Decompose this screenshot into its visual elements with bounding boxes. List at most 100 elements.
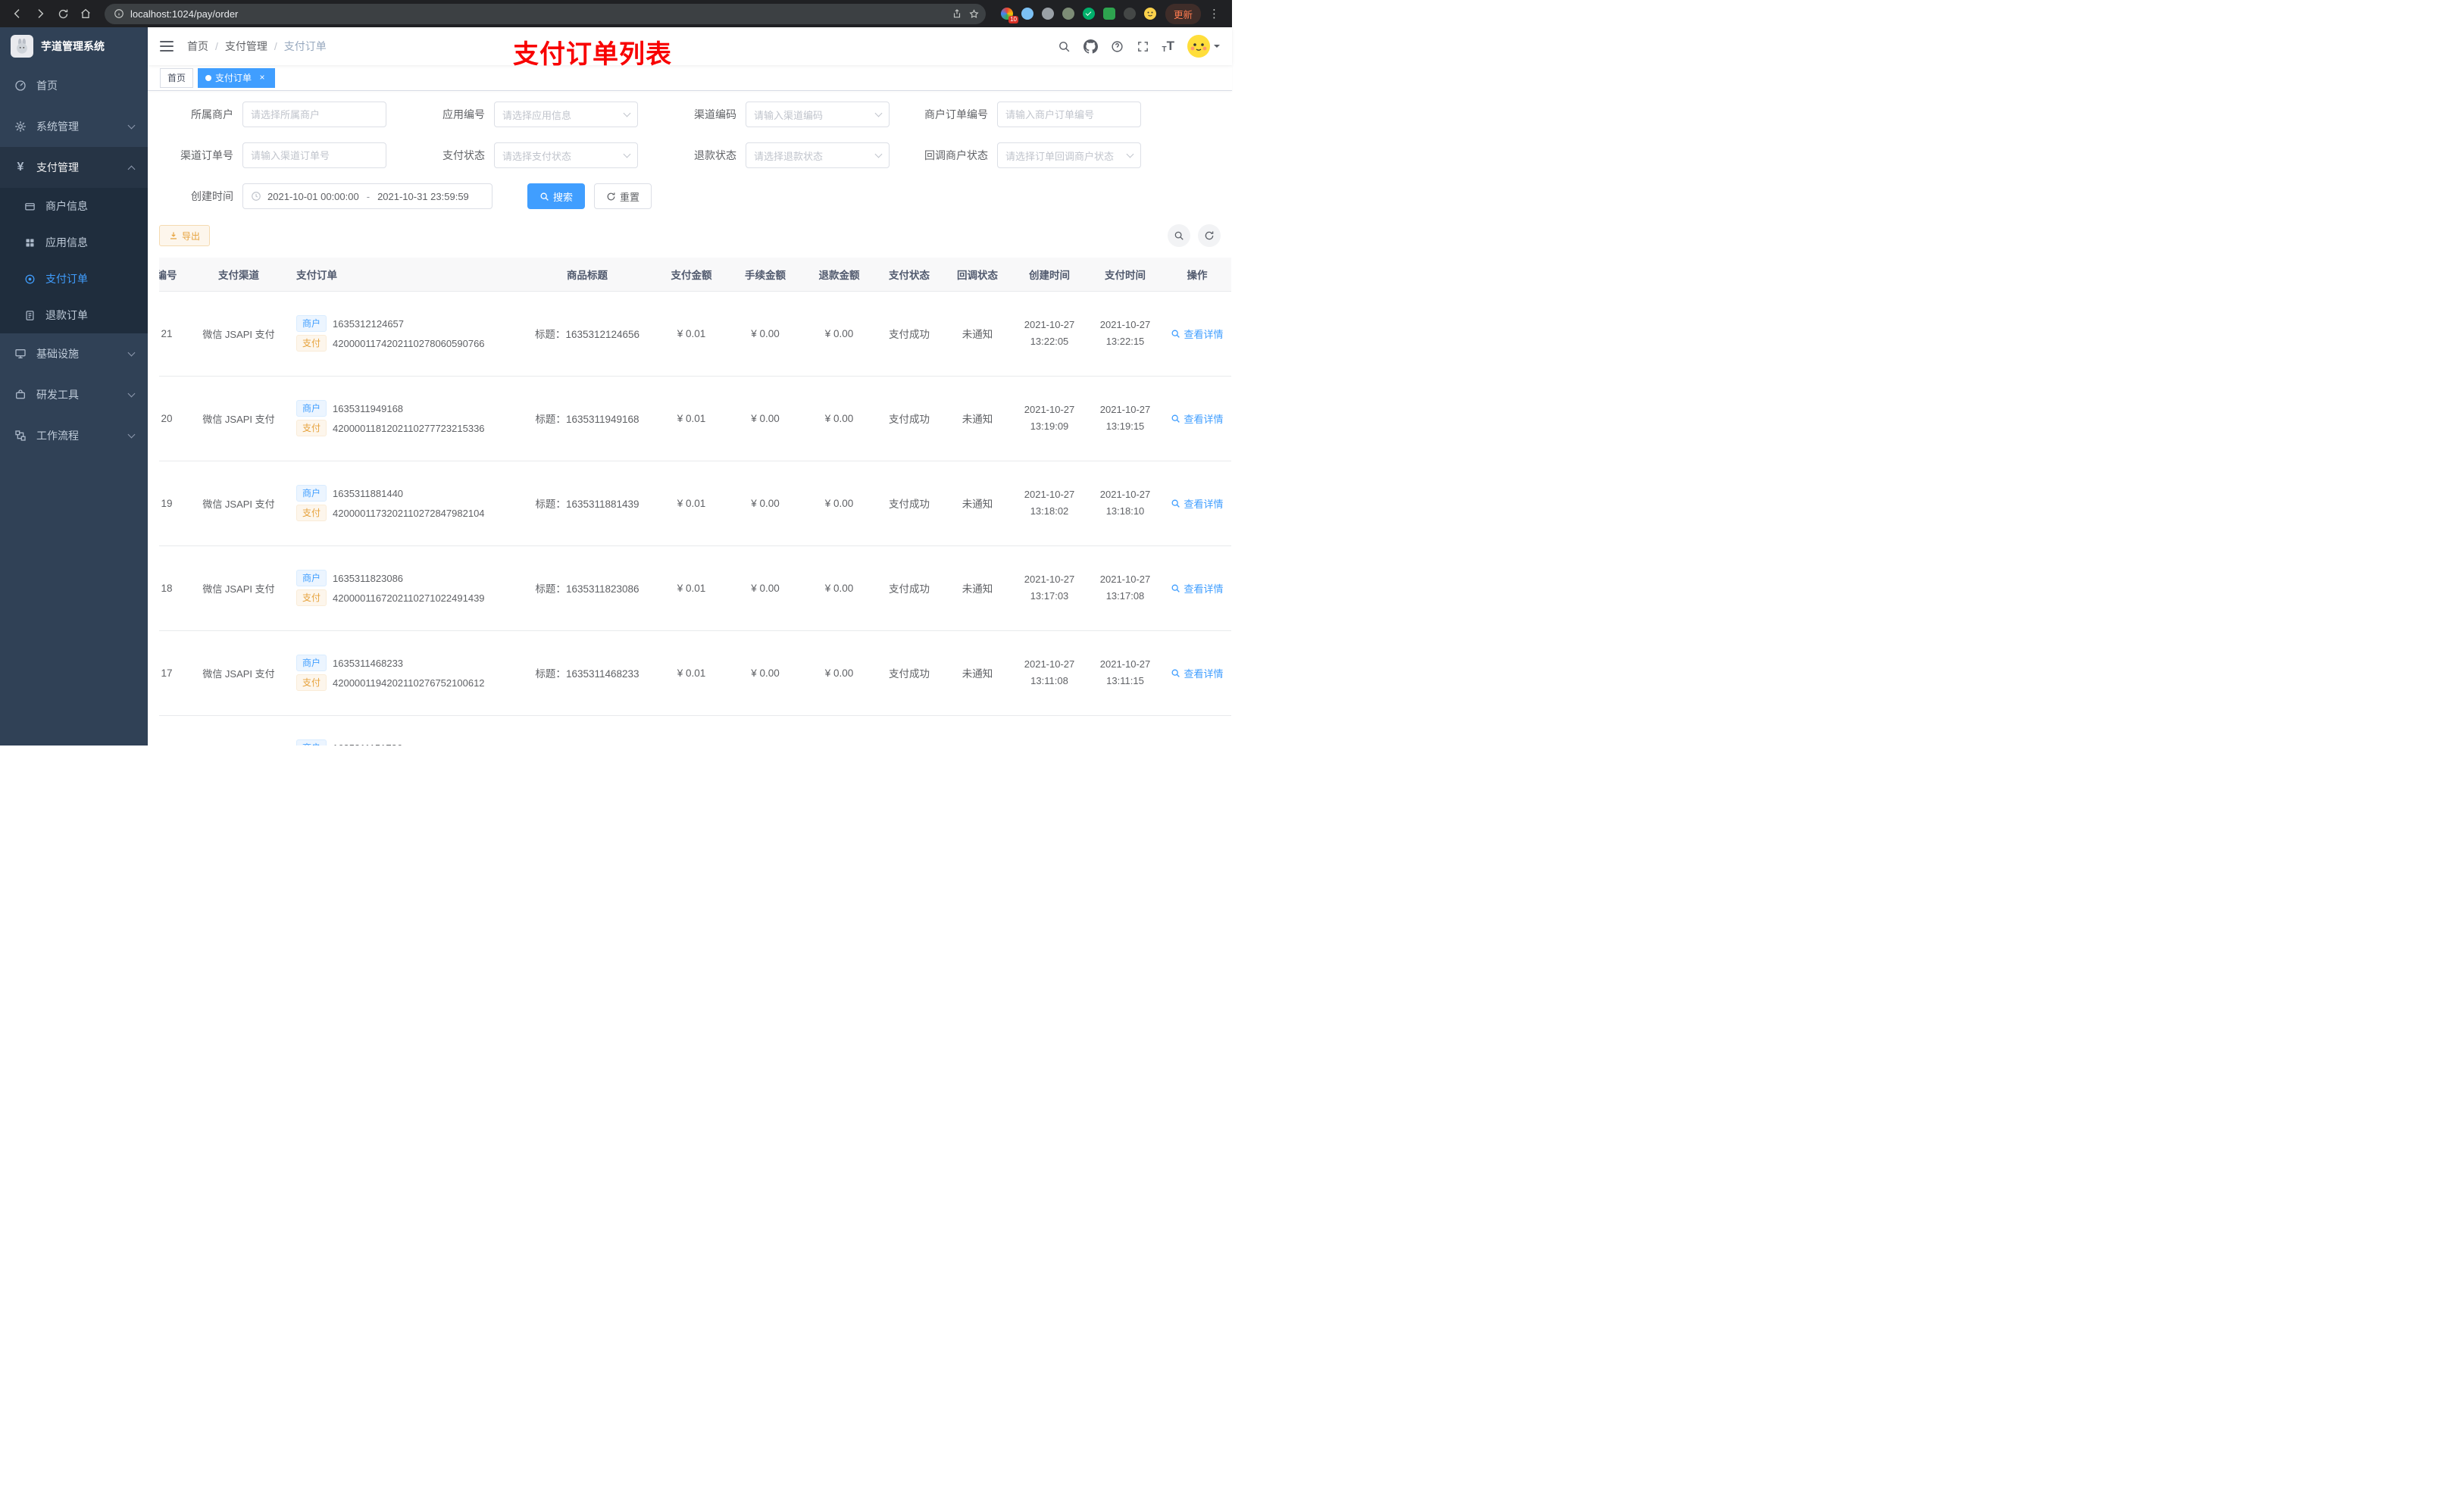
extensions-area: 10 <box>1000 8 1156 23</box>
cell-actions: 查看详情 <box>1163 376 1231 461</box>
view-detail-link[interactable]: 查看详情 <box>1171 581 1224 595</box>
back-icon[interactable] <box>8 4 27 23</box>
filter-merchant: 所属商户 <box>159 102 386 127</box>
tab-home[interactable]: 首页 <box>160 67 194 88</box>
cell-actions: 查看详情 <box>1163 545 1231 631</box>
sidebar-item-system[interactable]: 系统管理 <box>0 106 148 147</box>
caret-down-icon <box>1214 45 1220 51</box>
forward-icon[interactable] <box>30 4 50 23</box>
cell-order-id: 21 <box>159 291 193 377</box>
cell-fee-amount: ¥ 0.00 <box>727 291 803 377</box>
extension-icon[interactable] <box>1082 8 1095 20</box>
reload-icon[interactable] <box>53 4 73 23</box>
merchant-order-no-input[interactable] <box>997 102 1141 127</box>
search-button[interactable]: 搜索 <box>527 183 586 209</box>
breadcrumb-home[interactable]: 首页 <box>187 39 208 54</box>
share-icon[interactable] <box>952 8 962 19</box>
export-button[interactable]: 导出 <box>159 225 211 246</box>
search-icon[interactable] <box>1058 40 1071 53</box>
extension-icon[interactable] <box>1041 8 1054 20</box>
bookmark-star-icon[interactable] <box>968 8 980 20</box>
site-info-icon[interactable] <box>114 8 124 19</box>
fullscreen-icon[interactable] <box>1137 40 1149 53</box>
extension-icon[interactable] <box>1062 8 1074 20</box>
grid-icon <box>23 237 36 248</box>
table-row: 21 微信 JSAPI 支付 商户 1635312124657 支付 42000… <box>159 291 1231 377</box>
merchant-tag: 商户 <box>296 315 327 332</box>
cell-pay-channel: 微信 JSAPI 支付 <box>193 630 284 716</box>
chrome-update-button[interactable]: 更新 <box>1165 3 1201 24</box>
profile-avatar[interactable] <box>1143 8 1156 20</box>
cell-notify-status <box>943 715 1012 746</box>
extension-icon[interactable] <box>1102 8 1115 20</box>
view-detail-link[interactable]: 查看详情 <box>1171 411 1224 426</box>
filter-label: 应用编号 <box>442 108 485 120</box>
cell-refund-amount: ¥ 0.00 <box>803 291 875 377</box>
extension-icon[interactable]: 10 <box>1000 8 1018 23</box>
sidebar-item-app-info[interactable]: 应用信息 <box>0 224 148 261</box>
extension-icon[interactable] <box>1123 8 1136 20</box>
chevron-down-icon <box>874 150 883 158</box>
cell-notify-status: 未通知 <box>943 630 1012 716</box>
sidebar-item-pay-order[interactable]: 支付订单 <box>0 261 148 297</box>
view-detail-link[interactable]: 查看详情 <box>1171 666 1224 680</box>
breadcrumb-pay-order: 支付订单 <box>283 40 327 52</box>
chevron-down-icon <box>874 109 883 117</box>
cell-pay-order: 商户 1635311468233 支付 42000011942021102767… <box>284 630 519 716</box>
filter-app: 应用编号 请选择应用信息 <box>411 102 638 127</box>
cell-product-title: 标题：1635311949168 <box>519 376 655 461</box>
cell-actions: 查看详情 <box>1163 291 1231 377</box>
callback-status-select[interactable]: 请选择订单回调商户状态 <box>997 142 1141 168</box>
breadcrumb: 首页 / 支付管理 / 支付订单 <box>187 39 327 54</box>
cell-notify-status: 未通知 <box>943 461 1012 546</box>
hamburger-menu-icon[interactable] <box>160 40 174 52</box>
breadcrumb-pay-management[interactable]: 支付管理 <box>225 39 267 54</box>
github-icon[interactable] <box>1083 39 1098 54</box>
toggle-search-button[interactable] <box>1168 224 1190 247</box>
merchant-input[interactable] <box>242 102 386 127</box>
cell-pay-status: 支付成功 <box>875 461 943 546</box>
user-avatar[interactable] <box>1187 35 1220 58</box>
home-icon[interactable] <box>76 4 95 23</box>
reset-button[interactable]: 重置 <box>594 183 652 209</box>
filter-label: 商户订单编号 <box>924 108 988 120</box>
top-navbar: 首页 / 支付管理 / 支付订单 TT <box>148 27 1232 65</box>
logo-image <box>11 35 33 58</box>
sidebar-item-workflow[interactable]: 工作流程 <box>0 415 148 456</box>
cell-pay-order: 商户 1635311881440 支付 42000011732021102728… <box>284 461 519 546</box>
help-icon[interactable] <box>1111 40 1124 53</box>
view-detail-link[interactable]: 查看详情 <box>1171 327 1224 341</box>
app-select[interactable]: 请选择应用信息 <box>494 102 638 127</box>
sidebar-item-refund-order[interactable]: 退款订单 <box>0 297 148 333</box>
column-header: 商品标题 <box>519 258 655 292</box>
chevron-up-icon <box>127 165 136 173</box>
channel-code-select[interactable]: 请输入渠道编码 <box>746 102 890 127</box>
cell-create-time: 2021-10-27 13:17:03 <box>1012 545 1087 631</box>
view-detail-link[interactable]: 查看详情 <box>1171 496 1224 511</box>
filter-channel-order-no: 渠道订单号 <box>159 142 386 168</box>
sidebar-item-infrastructure[interactable]: 基础设施 <box>0 333 148 374</box>
sidebar-item-merchant-info[interactable]: 商户信息 <box>0 188 148 224</box>
tab-pay-order[interactable]: 支付订单 × <box>198 67 276 88</box>
extension-icon[interactable] <box>1021 8 1033 20</box>
cell-pay-amount: ¥ 0.01 <box>655 630 727 716</box>
merchant-tag: 商户 <box>296 485 327 502</box>
merchant-tag: 商户 <box>296 400 327 417</box>
sidebar-item-home[interactable]: 首页 <box>0 65 148 106</box>
table-row: 19 微信 JSAPI 支付 商户 1635311881440 支付 42000… <box>159 461 1231 546</box>
column-header: 支付状态 <box>875 258 943 292</box>
font-size-icon[interactable]: TT <box>1162 39 1175 54</box>
create-time-range[interactable]: 2021-10-01 00:00:00 - 2021-10-31 23:59:5… <box>242 183 492 209</box>
refresh-table-button[interactable] <box>1198 224 1221 247</box>
refund-status-select[interactable]: 请选择退款状态 <box>746 142 890 168</box>
close-tab-icon[interactable]: × <box>257 72 267 83</box>
pay-status-select[interactable]: 请选择支付状态 <box>494 142 638 168</box>
address-bar[interactable]: localhost:1024/pay/order <box>105 3 986 24</box>
orders-table: 编号 支付渠道 支付订单 商品标题 支付金额 手续金额 退款金额 支付状态 回调状态 创建时间 支付… <box>159 258 1232 746</box>
pay-tag: 支付 <box>296 335 327 352</box>
browser-menu-icon[interactable]: ⋮ <box>1204 7 1224 20</box>
channel-order-no-input[interactable] <box>242 142 386 168</box>
sidebar-item-payment[interactable]: ¥ 支付管理 <box>0 147 148 188</box>
sidebar-item-devtools[interactable]: 研发工具 <box>0 374 148 415</box>
cell-create-time: 2021-10-27 13:11:08 <box>1012 630 1087 716</box>
